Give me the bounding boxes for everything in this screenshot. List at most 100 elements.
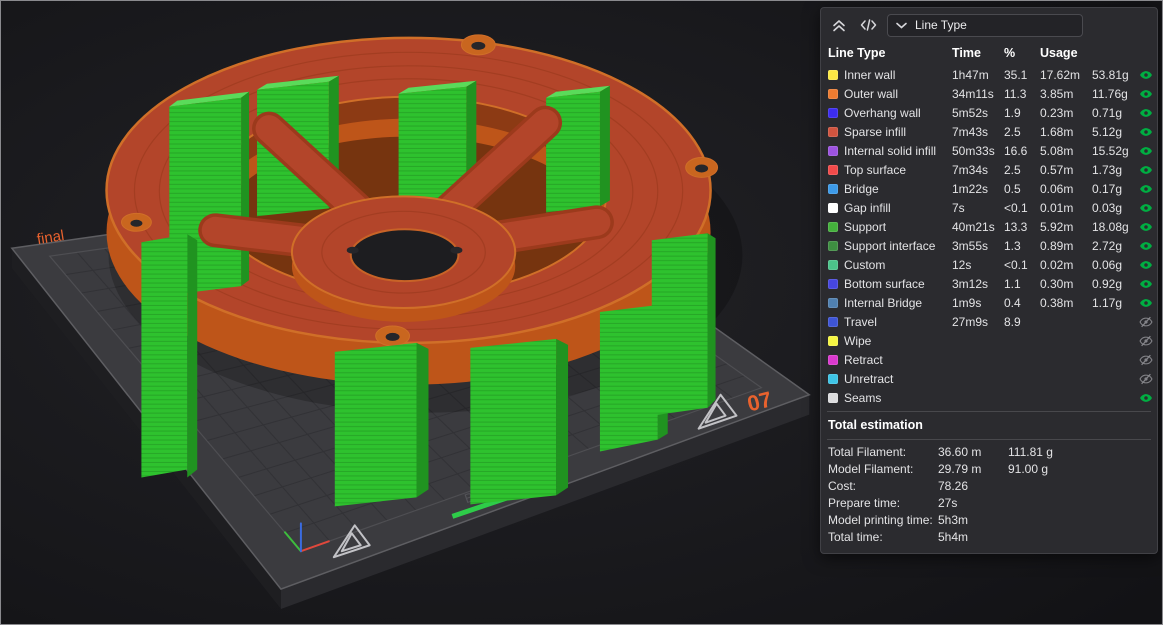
total-label: Model printing time: [828,512,933,527]
line-type-label: Custom [844,257,886,272]
total-row: Total Filament: 36.60 m 111.81 g [821,443,1157,460]
line-type-label: Unretract [844,371,894,386]
line-type-row: Retract [821,350,1157,369]
line-type-label: Sparse infill [844,124,907,139]
line-type-usage-m: 0.23m [1040,105,1074,120]
line-type-usage-g: 2.72g [1092,238,1123,253]
visibility-toggle[interactable] [1139,163,1157,177]
line-type-color-swatch [828,183,838,194]
visibility-toggle[interactable] [1139,106,1157,120]
visibility-toggle[interactable] [1139,391,1157,405]
line-type-percent: 0.4 [1004,295,1021,310]
line-type-percent: 35.1 [1004,67,1028,82]
line-type-time: 3m12s [952,276,989,291]
line-type-color-swatch [828,88,838,99]
visibility-toggle[interactable] [1139,353,1157,367]
eye-visible-icon [1140,260,1152,269]
total-value-m: 5h3m [938,512,969,527]
line-type-row: Unretract [821,369,1157,388]
line-type-time: 27m9s [952,314,989,329]
total-estimation-title: Total estimation [828,418,923,432]
line-type-row: Bottom surface 3m12s 1.1 0.30m 0.92g [821,274,1157,293]
line-type-row: Support 40m21s 13.3 5.92m 18.08g [821,217,1157,236]
total-value-m: 27s [938,495,958,510]
eye-visible-icon [1140,298,1152,307]
line-type-color-swatch [828,240,838,251]
line-type-row: Top surface 7m34s 2.5 0.57m 1.73g [821,160,1157,179]
total-label: Total time: [828,529,883,544]
visibility-toggle[interactable] [1139,239,1157,253]
line-type-label: Wipe [844,333,872,348]
line-type-color-swatch [828,373,838,384]
eye-visible-icon [1140,279,1152,288]
line-type-time: 5m52s [952,105,989,120]
visibility-toggle[interactable] [1139,277,1157,291]
line-type-table: Inner wall 1h47m 35.1 17.62m 53.81g Oute… [821,65,1157,407]
eye-visible-icon [1140,393,1152,402]
line-type-time: 1m9s [952,295,982,310]
eye-hidden-icon [1139,316,1153,327]
line-type-percent: 1.1 [1004,276,1021,291]
line-type-percent: 11.3 [1004,86,1027,101]
total-value-m: 29.79 m [938,461,982,476]
line-type-percent: <0.1 [1004,200,1028,215]
line-type-usage-m: 0.06m [1040,181,1074,196]
visibility-toggle[interactable] [1139,87,1157,101]
visibility-toggle[interactable] [1139,296,1157,310]
total-row: Total time: 5h4m [821,528,1157,545]
line-type-time: 3m55s [952,238,989,253]
visibility-toggle[interactable] [1139,334,1157,348]
visibility-toggle[interactable] [1139,125,1157,139]
eye-visible-icon [1140,184,1152,193]
line-type-usage-g: 0.06g [1092,257,1123,272]
line-type-color-swatch [828,392,838,403]
line-type-usage-m: 1.68m [1040,124,1074,139]
line-type-color-swatch [828,164,838,175]
line-type-color-swatch [828,107,838,118]
line-type-row: Internal solid infill 50m33s 16.6 5.08m … [821,141,1157,160]
collapse-panel-icon[interactable] [829,16,849,34]
gcode-viewer-icon[interactable] [858,16,878,34]
line-type-percent: 2.5 [1004,162,1021,177]
line-type-time: 7m34s [952,162,989,177]
visibility-toggle[interactable] [1139,372,1157,386]
total-label: Cost: [828,478,857,493]
line-type-label: Bridge [844,181,879,196]
visibility-toggle[interactable] [1139,258,1157,272]
total-estimation-table: Total Filament: 36.60 m 111.81 g Model F… [821,443,1157,545]
line-type-row: Sparse infill 7m43s 2.5 1.68m 5.12g [821,122,1157,141]
divider [827,439,1151,440]
preview-legend-panel: Line Type Line Type Time % Usage Inner w… [820,7,1158,554]
line-type-color-swatch [828,335,838,346]
line-type-usage-m: 0.01m [1040,200,1074,215]
visibility-toggle[interactable] [1139,144,1157,158]
line-type-percent: 1.9 [1004,105,1021,120]
line-type-color-swatch [828,278,838,289]
visibility-toggle[interactable] [1139,201,1157,215]
eye-visible-icon [1140,146,1152,155]
total-value-m: 36.60 m [938,444,982,459]
eye-visible-icon [1140,203,1152,212]
line-type-usage-g: 11.76g [1092,86,1128,101]
line-type-color-swatch [828,69,838,80]
line-type-time: 1h47m [952,67,989,82]
eye-visible-icon [1140,70,1152,79]
visibility-toggle[interactable] [1139,315,1157,329]
line-type-color-swatch [828,126,838,137]
line-type-row: Bridge 1m22s 0.5 0.06m 0.17g [821,179,1157,198]
line-type-label: Support interface [844,238,936,253]
view-type-dropdown[interactable]: Line Type [887,13,1083,37]
line-type-percent: 1.3 [1004,238,1021,253]
visibility-toggle[interactable] [1139,182,1157,196]
line-type-row: Overhang wall 5m52s 1.9 0.23m 0.71g [821,103,1157,122]
line-type-color-swatch [828,297,838,308]
line-type-color-swatch [828,354,838,365]
line-type-usage-g: 0.17g [1092,181,1123,196]
line-type-row: Inner wall 1h47m 35.1 17.62m 53.81g [821,65,1157,84]
line-type-row: Support interface 3m55s 1.3 0.89m 2.72g [821,236,1157,255]
total-value-m: 78.26 [938,478,969,493]
visibility-toggle[interactable] [1139,220,1157,234]
line-type-usage-g: 0.71g [1092,105,1123,120]
line-type-row: Custom 12s <0.1 0.02m 0.06g [821,255,1157,274]
visibility-toggle[interactable] [1139,68,1157,82]
